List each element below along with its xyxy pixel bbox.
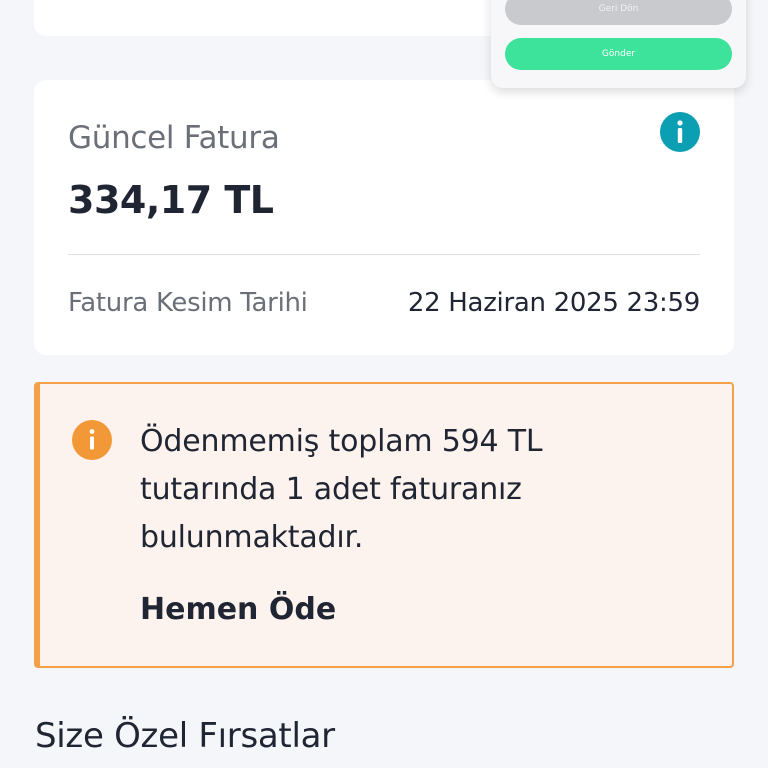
unpaid-bills-alert: Ödenmemiş toplam 594 TL tutarında 1 adet… [34,382,734,668]
exclamation-icon [72,420,112,460]
back-button[interactable]: Geri Dön [505,0,732,25]
exclamation-glyph [89,429,95,450]
bill-date-label: Fatura Kesim Tarihi [68,288,308,318]
bill-label: Güncel Fatura [68,120,280,156]
send-button[interactable]: Gönder [505,38,732,70]
alert-message: Ödenmemiş toplam 594 TL tutarında 1 adet… [140,424,543,555]
pay-now-link[interactable]: Hemen Öde [140,592,336,627]
offers-section-title: Size Özel Fırsatlar [35,716,335,756]
divider [68,254,700,255]
current-bill-card: Güncel Fatura 334,17 TL Fatura Kesim Tar… [34,80,734,355]
feedback-popup: Geri Dön Gönder [491,0,746,88]
info-glyph [677,120,683,143]
bill-amount: 334,17 TL [68,178,274,222]
info-icon[interactable] [660,112,700,152]
page: Geri Dön Gönder Güncel Fatura 334,17 TL … [0,0,768,768]
bill-date-value: 22 Haziran 2025 23:59 [407,288,700,318]
